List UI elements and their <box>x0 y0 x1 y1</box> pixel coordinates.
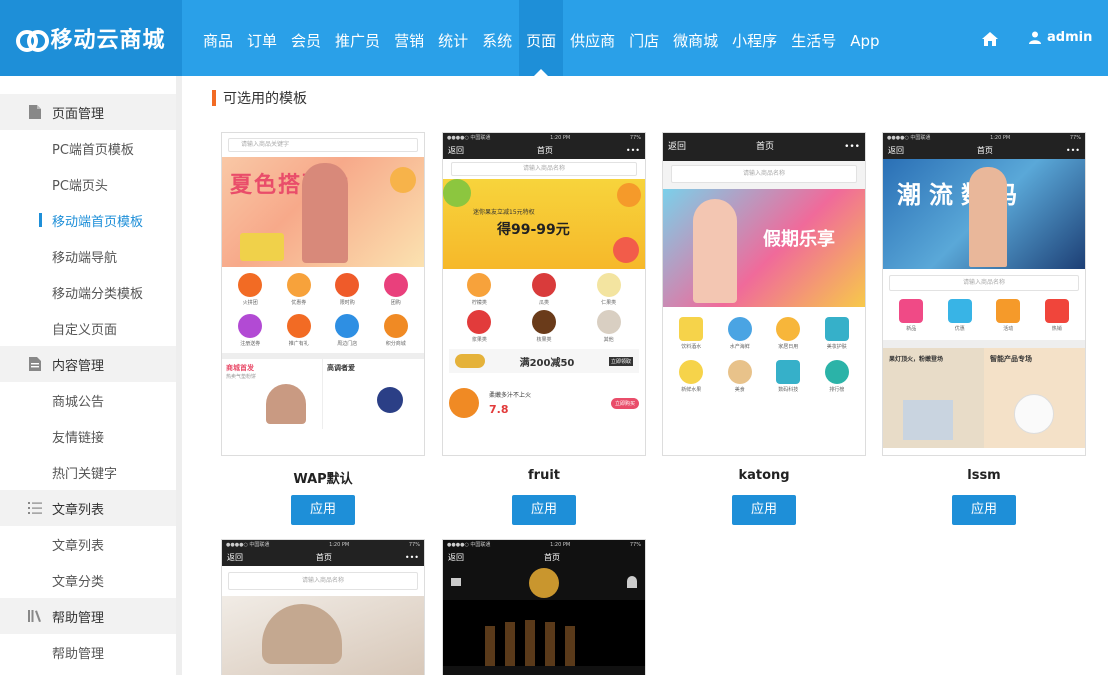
apply-button[interactable]: 应用 <box>732 495 796 525</box>
home-icon[interactable] <box>981 31 999 49</box>
template-thumbnail[interactable]: 返回 首页 ••• 请输入商品名称 假期乐享 饮料酒水 水产海鲜 家居日用 美妆护肤… <box>662 132 866 456</box>
nav-item-suppliers[interactable]: 供应商 <box>563 0 622 76</box>
sidebar-item-custom-page[interactable]: 自定义页面 <box>0 310 176 346</box>
sidebar-group-articles[interactable]: 文章列表 <box>0 490 176 526</box>
user-icon <box>1029 31 1041 44</box>
nav-item-statistics[interactable]: 统计 <box>431 0 475 76</box>
template-thumbnail[interactable]: ●●●●○ 中国联通 1:20 PM 77% 返回 首页 ••• 请输入商品名称 <box>221 539 425 675</box>
thumb-icon-row: 注册送券 推广有礼 周边门店 积分商城 <box>222 308 424 349</box>
apply-button[interactable]: 应用 <box>291 495 355 525</box>
sidebar-item-hot-keywords[interactable]: 热门关键字 <box>0 454 176 490</box>
thumb-banner <box>222 596 424 675</box>
username: admin <box>1047 30 1093 45</box>
user-menu[interactable]: admin <box>1029 30 1092 45</box>
main-content: 可选用的模板 请输入商品关键字 夏色搭配季 火拼团 优惠券 限时购 团购 注册送… <box>198 76 1108 675</box>
sidebar-item-pc-header[interactable]: PC端页头 <box>0 166 176 202</box>
section-title: 可选用的模板 <box>212 88 307 108</box>
nav-item-stores[interactable]: 门店 <box>622 0 666 76</box>
template-card: ●●●●○ 中国联通 1:20 PM 77% 返回 首页 ••• 潮流数码 请输入商品名… <box>882 132 1086 525</box>
thumb-search: 请输入商品关键字 <box>228 138 418 152</box>
template-thumbnail[interactable]: ●●●●○ 中国联通 1:20 PM 77% 返回 首页 <box>442 539 646 675</box>
template-thumbnail[interactable]: 请输入商品关键字 夏色搭配季 火拼团 优惠券 限时购 团购 注册送券 推广有礼 … <box>221 132 425 456</box>
template-name: lssm <box>967 468 1001 483</box>
books-icon <box>28 609 42 623</box>
brand-logo[interactable]: 移动云商城 <box>0 0 182 76</box>
template-card: 返回 首页 ••• 请输入商品名称 假期乐享 饮料酒水 水产海鲜 家居日用 美妆护肤… <box>662 132 866 525</box>
sidebar-item-mobile-nav[interactable]: 移动端导航 <box>0 238 176 274</box>
sidebar-item-article-list[interactable]: 文章列表 <box>0 526 176 562</box>
template-thumbnail[interactable]: ●●●●○ 中国联通 1:20 PM 77% 返回 首页 ••• 请输入商品名称 迷你果… <box>442 132 646 456</box>
sidebar: 页面管理 PC端首页模板 PC端页头 移动端首页模板 移动端导航 移动端分类模板… <box>0 76 182 675</box>
thumb-banner: 迷你果友立减15元特权 得99-99元 <box>443 179 645 269</box>
template-card: 请输入商品关键字 夏色搭配季 火拼团 优惠券 限时购 团购 注册送券 推广有礼 … <box>221 132 425 525</box>
sidebar-item-pc-home-template[interactable]: PC端首页模板 <box>0 130 176 166</box>
nav-item-system[interactable]: 系统 <box>475 0 519 76</box>
template-name: katong <box>738 468 790 483</box>
thumb-icon-row: 火拼团 优惠券 限时购 团购 <box>222 267 424 308</box>
sidebar-item-article-category[interactable]: 文章分类 <box>0 562 176 598</box>
nav-item-orders[interactable]: 订单 <box>240 0 284 76</box>
nav-item-life-account[interactable]: 生活号 <box>784 0 843 76</box>
nav-item-marketing[interactable]: 营销 <box>387 0 431 76</box>
title-accent-bar <box>212 90 216 106</box>
document-icon <box>28 357 42 371</box>
nav-item-goods[interactable]: 商品 <box>196 0 240 76</box>
sidebar-item-mobile-home-template[interactable]: 移动端首页模板 <box>0 202 176 238</box>
sidebar-group-content[interactable]: 内容管理 <box>0 346 176 382</box>
top-header: 移动云商城 商品 订单 会员 推广员 营销 统计 系统 页面 供应商 门店 微商… <box>0 0 1108 76</box>
thumb-banner: 假期乐享 <box>663 189 865 307</box>
apply-button[interactable]: 应用 <box>512 495 576 525</box>
sidebar-item-mobile-category-template[interactable]: 移动端分类模板 <box>0 274 176 310</box>
nav-item-members[interactable]: 会员 <box>284 0 328 76</box>
template-thumbnail[interactable]: ●●●●○ 中国联通 1:20 PM 77% 返回 首页 ••• 潮流数码 请输入商品名… <box>882 132 1086 456</box>
sidebar-item-help-management[interactable]: 帮助管理 <box>0 634 176 670</box>
logo-icon <box>16 27 50 52</box>
sidebar-group-help[interactable]: 帮助管理 <box>0 598 176 634</box>
nav-item-mini-program[interactable]: 小程序 <box>725 0 784 76</box>
thumb-banner: 夏色搭配季 <box>222 157 424 267</box>
sidebar-item-friend-links[interactable]: 友情链接 <box>0 418 176 454</box>
template-card: ●●●●○ 中国联通 1:20 PM 77% 返回 首页 <box>442 539 646 675</box>
apply-button[interactable]: 应用 <box>952 495 1016 525</box>
nav-item-app[interactable]: App <box>843 0 886 76</box>
nav-item-micro-mall[interactable]: 微商城 <box>666 0 725 76</box>
nav-item-pages[interactable]: 页面 <box>519 0 564 76</box>
list-icon <box>28 501 42 515</box>
page-icon <box>28 105 42 119</box>
template-name: fruit <box>528 468 560 483</box>
sidebar-item-announcements[interactable]: 商城公告 <box>0 382 176 418</box>
template-card: ●●●●○ 中国联通 1:20 PM 77% 返回 首页 ••• 请输入商品名称 迷你果… <box>442 132 646 525</box>
main-nav: 商品 订单 会员 推广员 营销 统计 系统 页面 供应商 门店 微商城 小程序 … <box>196 0 887 76</box>
template-card: ●●●●○ 中国联通 1:20 PM 77% 返回 首页 ••• 请输入商品名称 <box>221 539 425 675</box>
nav-item-promoters[interactable]: 推广员 <box>328 0 387 76</box>
thumb-banner: 潮流数码 <box>883 159 1085 269</box>
brand-name: 移动云商城 <box>50 28 166 53</box>
template-name: WAP默认 <box>293 472 353 487</box>
sidebar-group-pages[interactable]: 页面管理 <box>0 94 176 130</box>
